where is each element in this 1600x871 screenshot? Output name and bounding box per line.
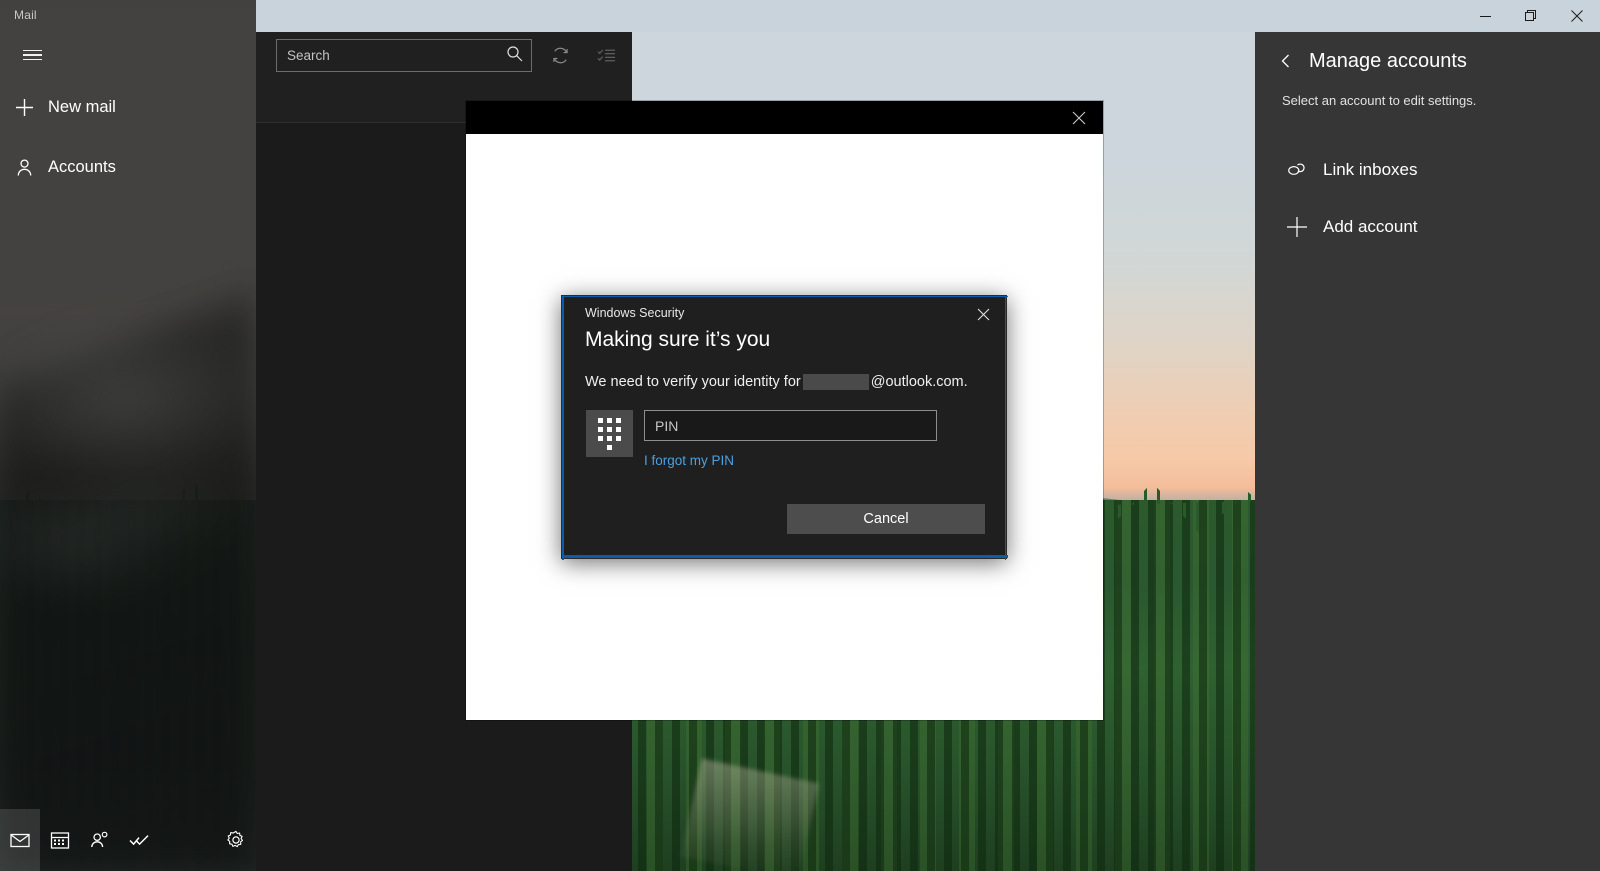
hamburger-menu-icon[interactable] xyxy=(8,38,56,72)
dialog-accent-top xyxy=(562,296,1008,297)
account-dialog-titlebar xyxy=(466,101,1103,134)
pin-input[interactable] xyxy=(645,411,936,440)
close-button[interactable] xyxy=(1554,0,1600,32)
window-titlebar xyxy=(256,0,1600,32)
person-icon xyxy=(0,158,48,177)
windows-security-dialog: Windows Security Making sure it’s you We… xyxy=(561,295,1008,560)
dialog-accent-bottom xyxy=(562,555,1008,558)
flyout-subtitle: Select an account to edit settings. xyxy=(1282,93,1477,108)
screen: Mail New mail Accounts Search Manage acc… xyxy=(0,0,1600,871)
redacted-username xyxy=(802,374,869,390)
close-icon[interactable] xyxy=(1059,101,1099,134)
page-title: Manage accounts xyxy=(1309,49,1467,72)
close-icon[interactable] xyxy=(966,300,1000,328)
app-switcher-calendar[interactable] xyxy=(40,815,80,865)
pin-input-wrapper[interactable] xyxy=(644,410,937,441)
dialog-accent-right xyxy=(1005,296,1006,560)
flyout-header: Manage accounts xyxy=(1255,32,1600,76)
select-mode-icon[interactable] xyxy=(589,39,623,72)
app-switcher-settings[interactable] xyxy=(216,815,256,865)
flyout-row-link-inboxes[interactable]: Link inboxes xyxy=(1255,150,1600,190)
maximize-button[interactable] xyxy=(1508,0,1554,32)
search-input[interactable] xyxy=(287,48,506,63)
chevron-left-icon[interactable] xyxy=(1271,46,1301,76)
navpane-blur-backdrop xyxy=(0,0,256,871)
app-switcher-mail[interactable] xyxy=(0,809,40,871)
plus-icon xyxy=(1279,216,1315,238)
dialog-caption: Windows Security xyxy=(585,306,685,320)
manage-accounts-flyout: Manage accounts Select an account to edi… xyxy=(1255,32,1600,871)
dialog-description: We need to verify your identity for @out… xyxy=(585,374,968,390)
flyout-row-add-account[interactable]: Add account xyxy=(1255,207,1600,247)
description-prefix: We need to verify your identity for xyxy=(585,374,801,390)
nav-item-new-mail[interactable]: New mail xyxy=(0,86,256,128)
dialog-heading: Making sure it’s you xyxy=(585,328,771,351)
flyout-row-label: Add account xyxy=(1323,217,1418,236)
cancel-button[interactable]: Cancel xyxy=(787,504,985,534)
sync-icon[interactable] xyxy=(543,39,577,72)
dialog-accent-left xyxy=(562,296,564,560)
minimize-button[interactable] xyxy=(1462,0,1508,32)
forgot-pin-link[interactable]: I forgot my PIN xyxy=(644,453,734,468)
app-title: Mail xyxy=(14,8,37,22)
flyout-row-label: Link inboxes xyxy=(1323,160,1418,179)
link-inboxes-icon xyxy=(1279,160,1315,180)
nav-item-label: New mail xyxy=(48,97,116,116)
app-switcher-todo[interactable] xyxy=(119,815,159,865)
pin-keypad-icon xyxy=(586,410,633,457)
list-toolbar xyxy=(256,32,632,96)
nav-item-label: Accounts xyxy=(48,157,116,176)
search-box[interactable] xyxy=(276,39,532,72)
plus-icon xyxy=(0,98,48,117)
nav-item-accounts[interactable]: Accounts xyxy=(0,146,256,188)
app-switcher-people[interactable] xyxy=(80,815,120,865)
description-suffix: @outlook.com. xyxy=(870,374,968,390)
navigation-pane: Mail New mail Accounts xyxy=(0,0,256,871)
search-icon[interactable] xyxy=(506,45,523,67)
app-switcher-bar xyxy=(0,809,256,871)
